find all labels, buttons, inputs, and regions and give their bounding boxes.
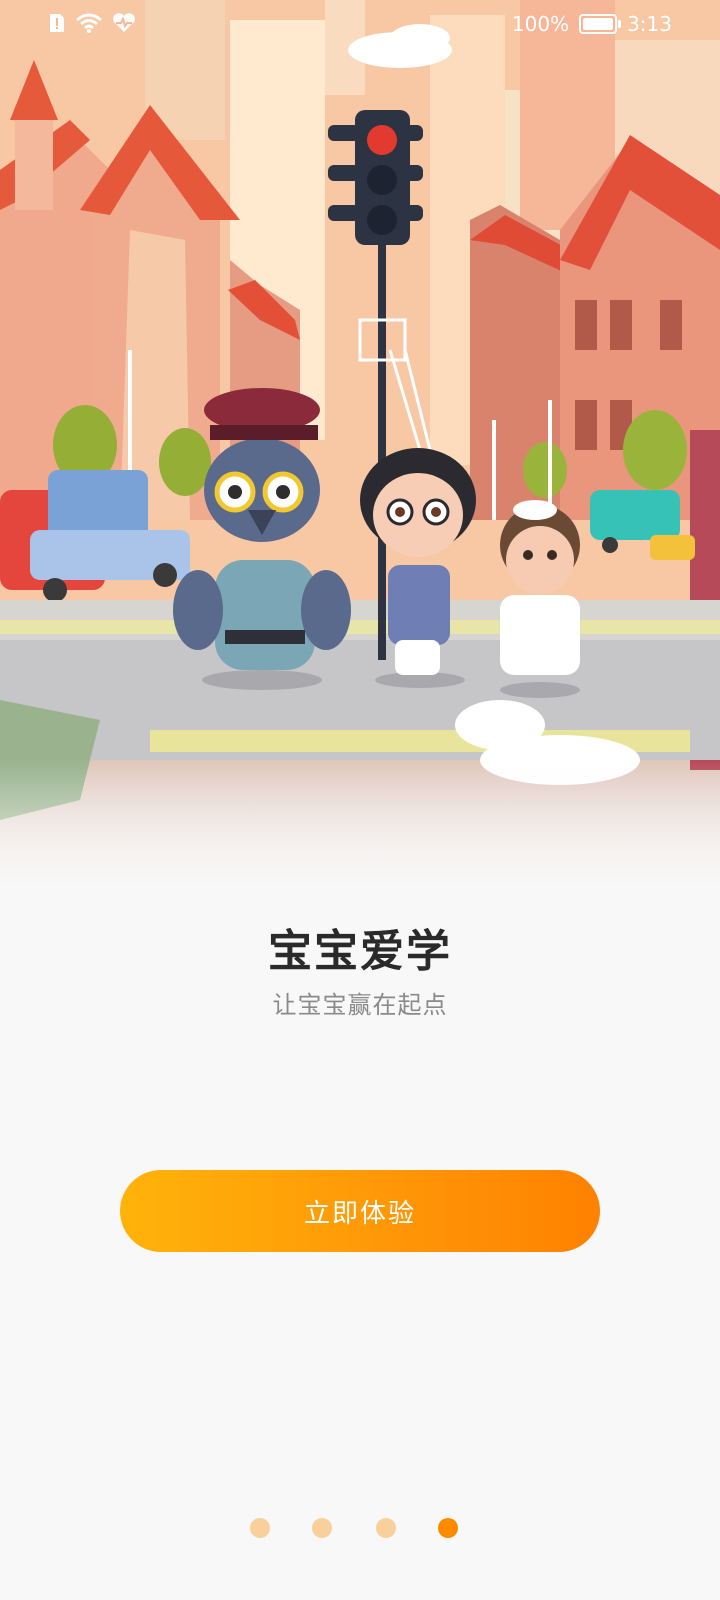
- wifi-icon: [76, 13, 102, 33]
- try-now-button[interactable]: 立即体验: [120, 1170, 600, 1252]
- status-bar: 100% 3:13: [0, 0, 720, 48]
- page-indicator: [0, 1518, 720, 1540]
- battery-icon: [579, 14, 622, 34]
- page-dot-3[interactable]: [376, 1518, 396, 1538]
- city-scene-illustration: [0, 0, 720, 900]
- page-title: 宝宝爱学: [268, 926, 452, 977]
- hero-illustration: 100% 3:13: [0, 0, 720, 900]
- battery-percentage: 100%: [511, 12, 570, 36]
- status-time: 3:13: [627, 12, 672, 36]
- page-dot-1[interactable]: [250, 1518, 270, 1538]
- page-dot-4[interactable]: [438, 1518, 458, 1538]
- status-icons-left: [48, 12, 136, 34]
- heart-rate-icon: [113, 13, 135, 33]
- sim-alert-icon: [50, 14, 64, 32]
- status-icons-right: 100% 3:13: [512, 12, 672, 36]
- page-subtitle: 让宝宝赢在起点: [272, 991, 448, 1019]
- page-dot-2[interactable]: [312, 1518, 332, 1538]
